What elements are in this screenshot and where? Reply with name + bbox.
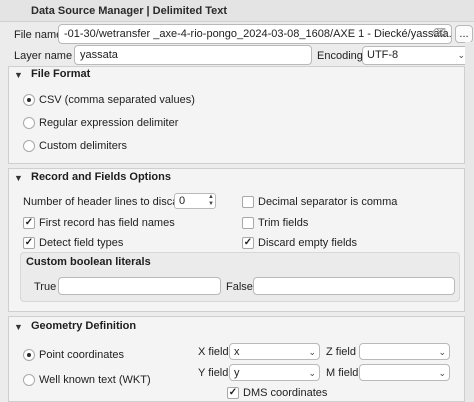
clear-icon[interactable]: ⌫: [432, 25, 446, 43]
x-field-label: X field: [198, 346, 229, 358]
layer-name-value: yassata: [80, 49, 118, 61]
chevron-down-icon: ⌄: [457, 50, 465, 60]
decimal-comma-label: Decimal separator is comma: [258, 196, 398, 208]
check-icon: ✓: [228, 387, 238, 398]
chevron-down-icon: ⌄: [308, 368, 316, 378]
collapse-triangle-icon[interactable]: ▼: [14, 70, 23, 80]
radio-regex-label: Regular expression delimiter: [39, 117, 179, 129]
encoding-select[interactable]: UTF-8 ⌄: [362, 46, 469, 65]
file-format-header[interactable]: File Format: [31, 68, 90, 80]
layer-name-input[interactable]: yassata: [74, 45, 312, 65]
record-fields-header[interactable]: Record and Fields Options: [31, 171, 171, 183]
first-record-checkbox[interactable]: ✓: [23, 217, 35, 229]
dms-checkbox[interactable]: ✓: [227, 387, 239, 399]
radio-csv[interactable]: [23, 94, 35, 106]
custom-boolean-title: Custom boolean literals: [26, 256, 151, 268]
z-field-select[interactable]: ⌄: [359, 343, 450, 360]
dms-label: DMS coordinates: [243, 387, 328, 399]
detect-types-label: Detect field types: [39, 237, 124, 249]
chevron-down-icon: ⌄: [438, 368, 446, 378]
radio-csv-label: CSV (comma separated values): [39, 94, 195, 106]
m-field-label: M field: [326, 367, 359, 379]
window-title-bar: Data Source Manager | Delimited Text: [0, 0, 474, 22]
decimal-comma-checkbox[interactable]: [242, 196, 254, 208]
z-field-label: Z field: [326, 346, 356, 358]
radio-custom-label: Custom delimiters: [39, 140, 128, 152]
browse-button[interactable]: ...: [455, 25, 473, 43]
m-field-select[interactable]: ⌄: [359, 364, 450, 381]
false-literal-input[interactable]: [253, 277, 455, 295]
y-field-select[interactable]: y ⌄: [229, 364, 320, 381]
collapse-triangle-icon[interactable]: ▼: [14, 322, 23, 332]
header-lines-label: Number of header lines to discard: [23, 196, 189, 208]
encoding-label: Encoding: [317, 50, 363, 62]
radio-point-coordinates[interactable]: [23, 349, 35, 361]
check-icon: ✓: [24, 237, 34, 248]
chevron-down-icon: ⌄: [438, 347, 446, 357]
header-lines-spinbox[interactable]: 0 ▲ ▼: [174, 193, 216, 209]
discard-empty-label: Discard empty fields: [258, 237, 358, 249]
true-label: True: [34, 281, 57, 293]
point-coordinates-label: Point coordinates: [39, 349, 124, 361]
discard-empty-checkbox[interactable]: ✓: [242, 237, 254, 249]
collapse-triangle-icon[interactable]: ▼: [14, 173, 23, 183]
file-name-input[interactable]: -01-30/wetransfer _axe-4-rio-pongo_2024-…: [58, 24, 452, 44]
radio-regex[interactable]: [23, 117, 35, 129]
x-field-select[interactable]: x ⌄: [229, 343, 320, 360]
file-name-value: -01-30/wetransfer _axe-4-rio-pongo_2024-…: [64, 28, 452, 40]
trim-fields-label: Trim fields: [258, 217, 309, 229]
encoding-value: UTF-8: [367, 49, 399, 61]
check-icon: ✓: [24, 217, 34, 228]
geometry-header[interactable]: Geometry Definition: [31, 320, 136, 332]
trim-fields-checkbox[interactable]: [242, 217, 254, 229]
first-record-label: First record has field names: [39, 217, 175, 229]
header-lines-value: 0: [179, 195, 186, 207]
file-name-label: File name: [14, 29, 63, 41]
y-field-value: y: [234, 367, 240, 379]
wkt-label: Well known text (WKT): [39, 374, 151, 386]
chevron-down-icon: ⌄: [308, 347, 316, 357]
detect-types-checkbox[interactable]: ✓: [23, 237, 35, 249]
radio-custom[interactable]: [23, 140, 35, 152]
true-literal-input[interactable]: [58, 277, 221, 295]
x-field-value: x: [234, 346, 240, 358]
stepper-arrows-icon[interactable]: ▲ ▼: [208, 194, 214, 208]
window-title: Data Source Manager | Delimited Text: [31, 5, 228, 17]
check-icon: ✓: [243, 237, 253, 248]
radio-wkt[interactable]: [23, 374, 35, 386]
y-field-label: Y field: [198, 367, 229, 379]
false-label: False: [226, 281, 253, 293]
scrollbar-track[interactable]: [465, 42, 474, 402]
layer-name-label: Layer name: [14, 50, 73, 62]
